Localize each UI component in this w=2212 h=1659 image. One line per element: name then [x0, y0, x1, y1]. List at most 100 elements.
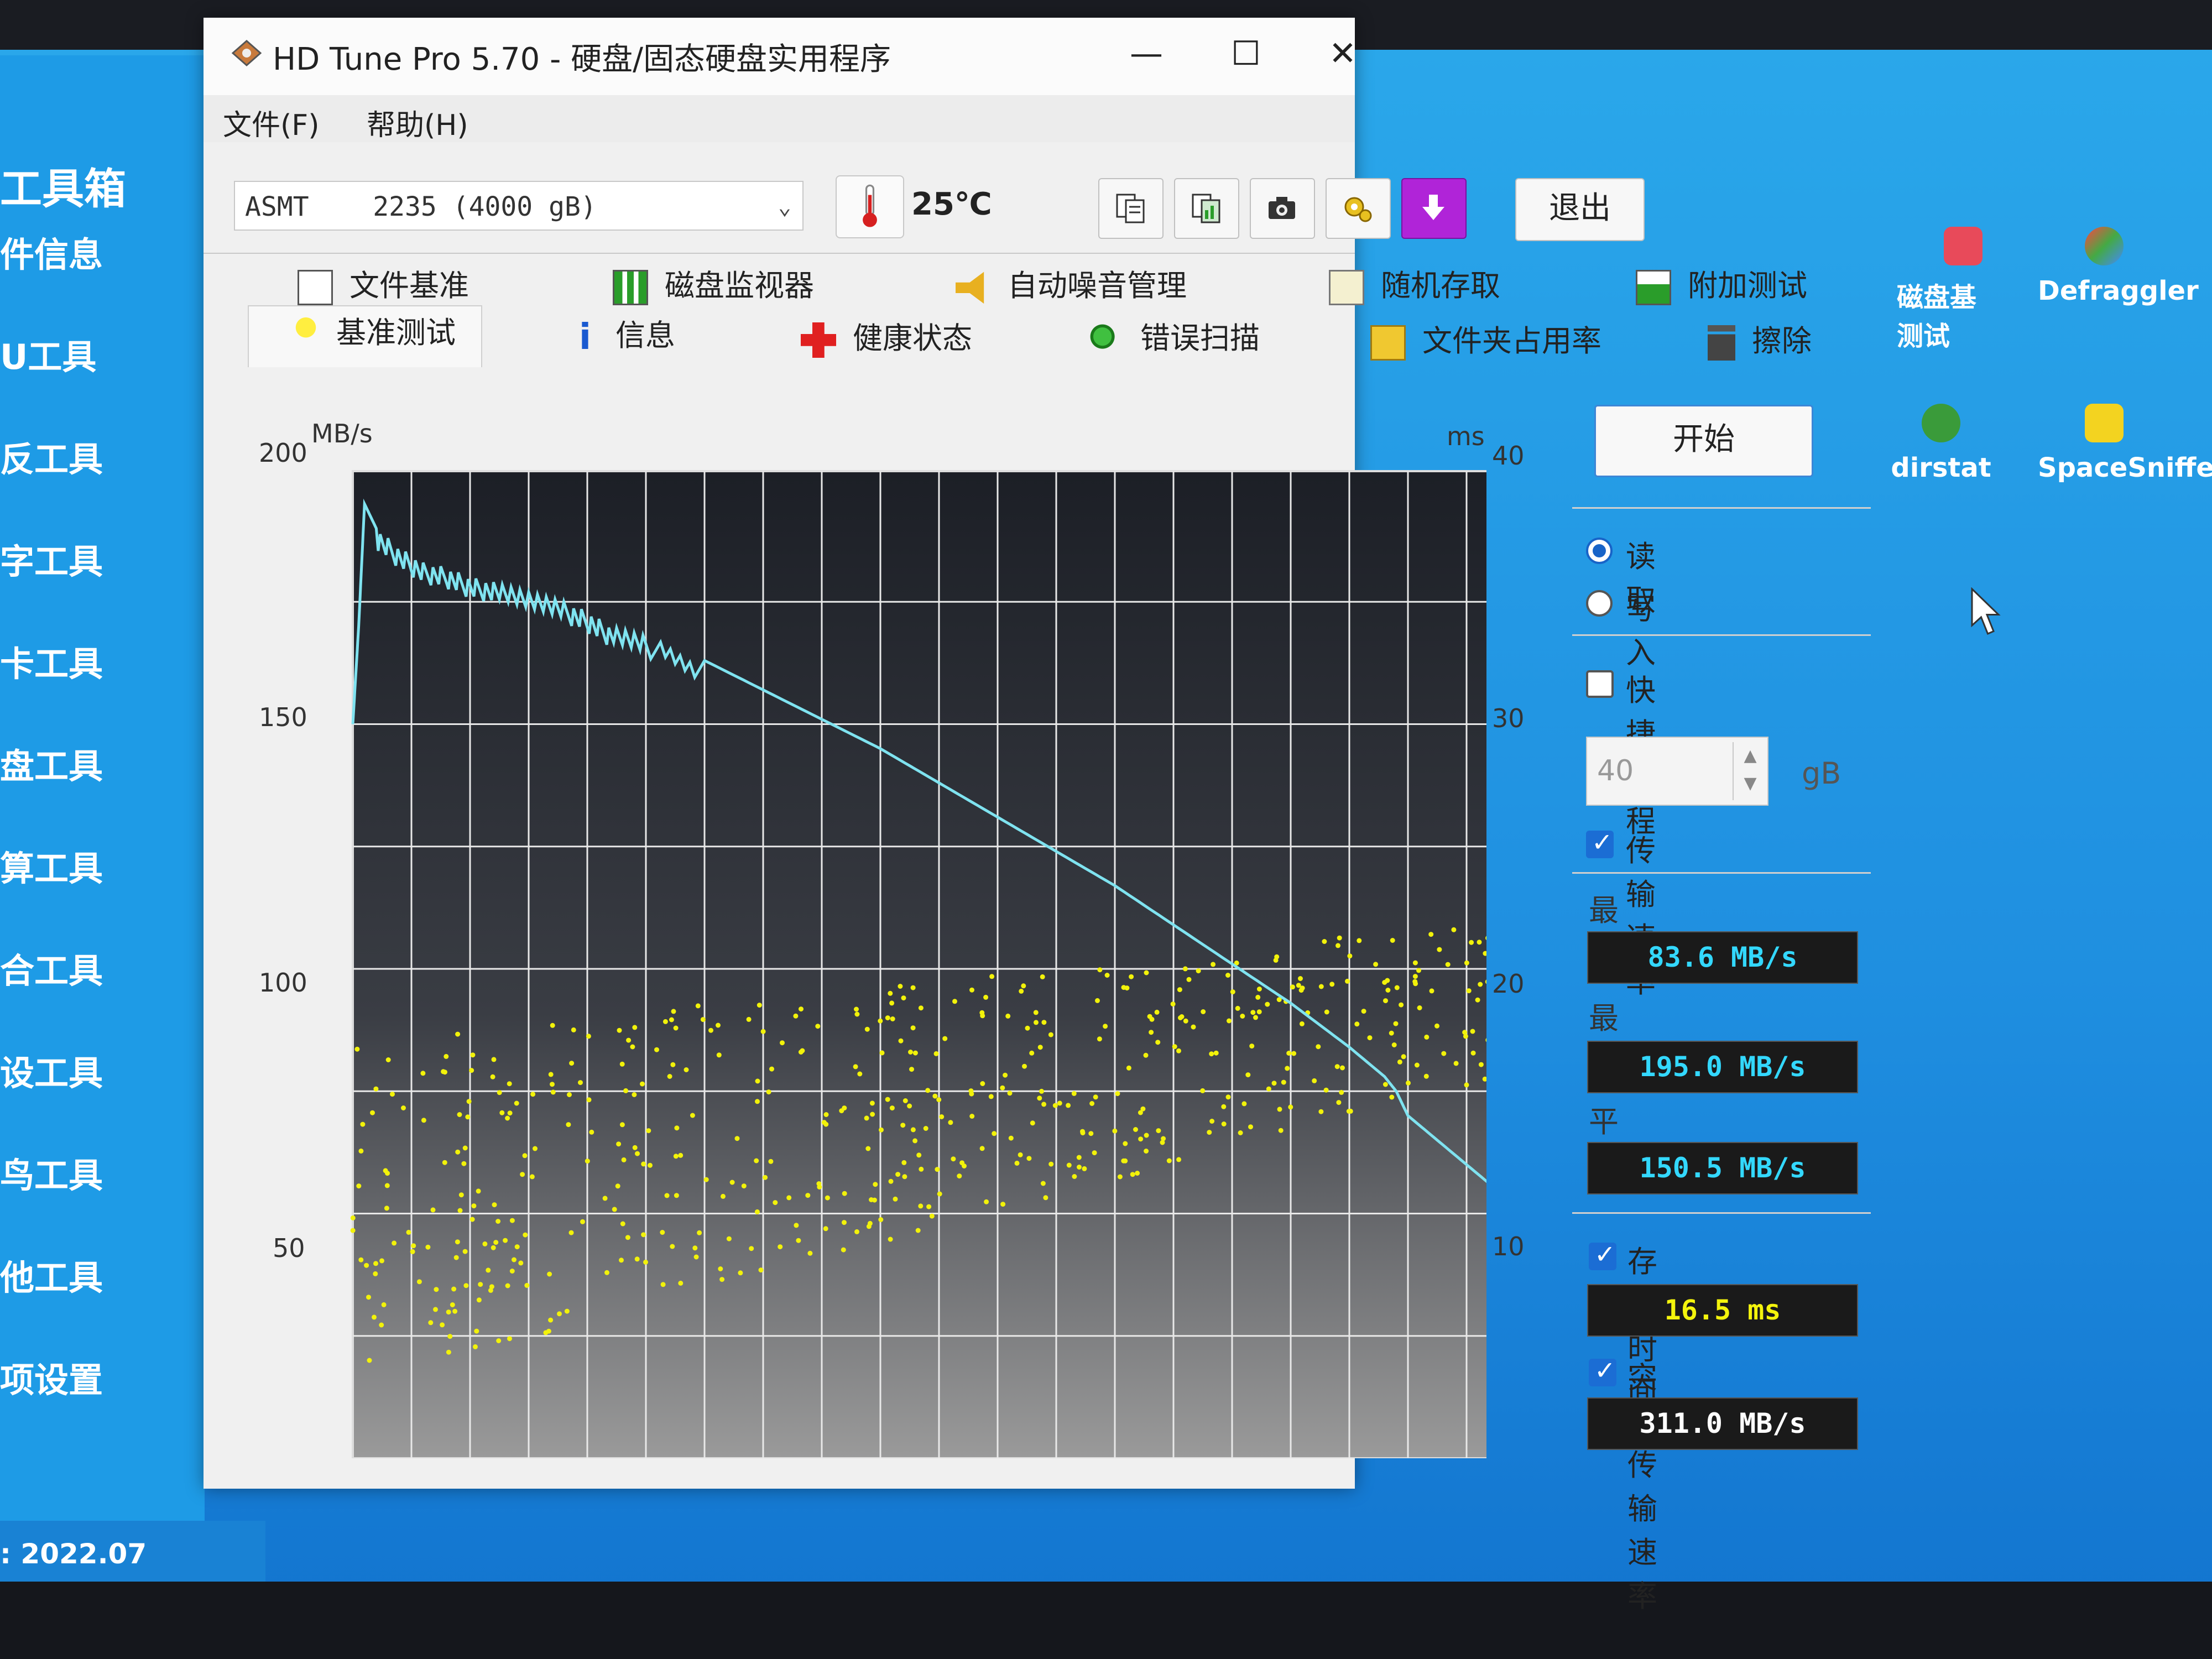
- copy-text-button[interactable]: [1098, 178, 1164, 239]
- copy-image-button[interactable]: [1174, 178, 1239, 239]
- spin-buttons[interactable]: ▲ ▼: [1733, 742, 1767, 800]
- tab-erase[interactable]: 擦除: [1708, 316, 1812, 361]
- desktop-icon-disk-benchmark[interactable]: 磁盘基 测试: [1897, 227, 2030, 353]
- tab-error-scan[interactable]: 错误扫描: [1088, 314, 1260, 358]
- write-radio[interactable]: [1586, 590, 1613, 617]
- transfer-rate-checkbox[interactable]: [1586, 827, 1614, 858]
- access-time-point: [473, 1344, 478, 1349]
- tab-noise-management[interactable]: 自动噪音管理: [956, 261, 1187, 305]
- access-time-point: [1000, 1202, 1006, 1207]
- tab-health[interactable]: 健康状态: [801, 314, 972, 358]
- access-time-point: [1412, 960, 1418, 966]
- tab-folder-usage[interactable]: 文件夹占用率: [1370, 316, 1601, 361]
- write-label: 写入: [1626, 592, 1656, 670]
- toolbox-item[interactable]: 项设置: [0, 1352, 103, 1402]
- access-time-point: [951, 1156, 956, 1162]
- desktop-icon-defraggler[interactable]: Defraggler: [2038, 227, 2199, 306]
- toolbox-item[interactable]: 他工具: [0, 1250, 103, 1300]
- tab-info[interactable]: i 信息: [571, 311, 675, 355]
- start-button[interactable]: 开始: [1594, 405, 1813, 477]
- toolbox-item[interactable]: 卡工具: [0, 636, 103, 686]
- access-time-point: [889, 1105, 895, 1111]
- access-time-point: [1428, 932, 1434, 937]
- access-time-point: [1265, 1001, 1270, 1007]
- access-time-point: [842, 1220, 847, 1225]
- minimize-button[interactable]: —: [1105, 29, 1188, 79]
- access-time-point: [726, 1236, 732, 1241]
- desktop-icon-spacesniffer[interactable]: SpaceSniffer: [2038, 404, 2212, 483]
- toolbar: ASMT 2235 (4000 gB) ⌄ 25℃ 退出: [204, 142, 1645, 254]
- access-time-point: [798, 1050, 804, 1055]
- desktop-icon-windirstat[interactable]: dirstat: [1875, 404, 2007, 483]
- access-time-point: [1298, 976, 1303, 981]
- access-time-point: [879, 1127, 884, 1133]
- access-time-point: [366, 1295, 371, 1300]
- burst-rate-checkbox[interactable]: [1589, 1355, 1616, 1386]
- access-time-point: [1112, 1128, 1118, 1134]
- toolbox-item[interactable]: 鸟工具: [0, 1147, 103, 1197]
- toolbox-item[interactable]: 算工具: [0, 841, 103, 890]
- access-time-checkbox[interactable]: [1589, 1239, 1616, 1270]
- toolbox-item[interactable]: 盘工具: [0, 738, 103, 788]
- menu-help[interactable]: 帮助(H): [367, 102, 468, 143]
- toolbox-item[interactable]: 字工具: [0, 534, 103, 583]
- access-time-point: [805, 1193, 811, 1198]
- access-time-point: [1441, 1051, 1447, 1056]
- short-stroke-checkbox[interactable]: [1586, 670, 1614, 698]
- access-time-point: [469, 1217, 475, 1222]
- toolbox-item[interactable]: 合工具: [0, 943, 103, 993]
- access-time-point: [796, 1238, 801, 1243]
- access-time-point: [632, 1092, 637, 1097]
- screenshot-button[interactable]: [1250, 178, 1315, 239]
- access-time-point: [1103, 1024, 1108, 1029]
- tab-file-benchmark[interactable]: 文件基准: [298, 261, 469, 306]
- access-time-point: [1066, 1103, 1071, 1108]
- access-time-point: [625, 1235, 630, 1240]
- access-time-point: [1383, 998, 1388, 1004]
- toolbox-item[interactable]: U工具: [0, 329, 96, 379]
- access-time-point: [455, 1239, 460, 1245]
- close-button[interactable]: ✕: [1301, 29, 1384, 79]
- access-time-point: [979, 1146, 985, 1151]
- spin-up-icon[interactable]: ▲: [1734, 742, 1767, 770]
- tab-disk-monitor[interactable]: 磁盘监视器: [613, 261, 814, 306]
- access-time-point: [915, 1228, 921, 1233]
- access-time-point: [495, 1219, 501, 1224]
- access-time-point: [354, 1046, 360, 1052]
- save-button[interactable]: [1401, 178, 1467, 239]
- access-time-point: [684, 1067, 689, 1072]
- access-time-point: [873, 1182, 878, 1187]
- drive-select[interactable]: ASMT 2235 (4000 gB) ⌄: [234, 181, 804, 231]
- tab-random-access[interactable]: 随机存取: [1329, 261, 1500, 306]
- access-time-point: [1178, 1015, 1183, 1020]
- maximize-button[interactable]: ☐: [1204, 29, 1287, 79]
- access-time-point: [1117, 1174, 1123, 1180]
- access-time-point: [1033, 1010, 1039, 1015]
- access-time-point: [1182, 966, 1188, 972]
- thermometer-button[interactable]: [836, 175, 904, 238]
- toolbox-item[interactable]: 件信息: [0, 227, 103, 276]
- access-time-point: [1095, 998, 1100, 1003]
- toolbox-item[interactable]: 反工具: [0, 431, 103, 481]
- exit-button[interactable]: 退出: [1515, 178, 1645, 241]
- options-button[interactable]: [1326, 178, 1391, 239]
- read-radio[interactable]: [1586, 538, 1613, 564]
- access-time-point: [1373, 962, 1379, 967]
- access-time-point: [509, 1218, 515, 1223]
- access-time-point: [654, 1047, 659, 1052]
- tab-benchmark[interactable]: 基准测试: [292, 308, 456, 353]
- access-time-point: [1207, 1130, 1212, 1135]
- toolbox-item[interactable]: 设工具: [0, 1045, 103, 1095]
- tab-extra-tests[interactable]: 附加测试: [1636, 261, 1807, 306]
- access-time-point: [1209, 1119, 1215, 1124]
- spin-down-icon[interactable]: ▼: [1734, 770, 1767, 797]
- access-time-point: [1339, 1089, 1344, 1095]
- title-bar[interactable]: HD Tune Pro 5.70 - 硬盘/固态硬盘实用程序 — ☐ ✕: [204, 18, 1357, 95]
- access-time-point: [1144, 1149, 1149, 1154]
- access-time-point: [428, 1320, 434, 1326]
- access-time-point: [486, 1267, 491, 1273]
- separator: [1572, 634, 1871, 636]
- access-time-point: [825, 1195, 830, 1201]
- menu-file[interactable]: 文件(F): [223, 102, 320, 143]
- left-tick-label: 50: [273, 1233, 305, 1263]
